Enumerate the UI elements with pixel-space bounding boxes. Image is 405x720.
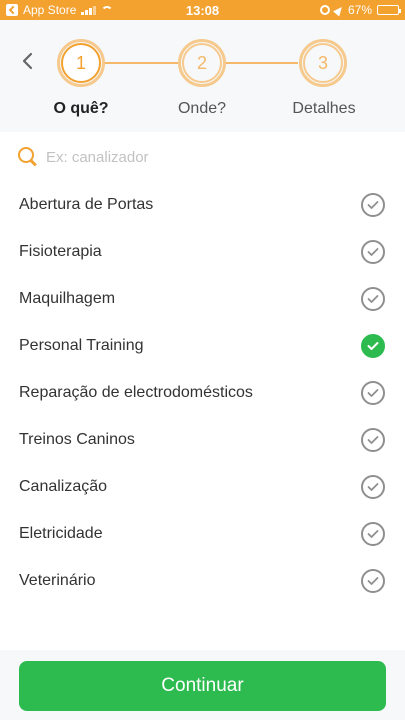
check-circle-icon[interactable]: [361, 380, 385, 405]
signal-icon: [81, 5, 97, 15]
step-1-circle: 1: [57, 39, 105, 87]
check-circle-icon[interactable]: [361, 192, 385, 217]
step-2-label: Onde?: [177, 100, 227, 117]
service-item-reparacao-de-electrodomesticos[interactable]: Reparação de electrodomésticos: [0, 369, 405, 416]
check-circle-icon[interactable]: [361, 239, 385, 264]
step-2-number: 2: [182, 43, 222, 83]
back-app-icon[interactable]: [6, 4, 18, 16]
step-3-number: 3: [303, 43, 343, 83]
rotation-lock-icon: [319, 5, 330, 15]
service-label: Canalização: [19, 477, 108, 495]
service-item-fisioterapia[interactable]: Fisioterapia: [0, 228, 405, 275]
service-item-veterinario[interactable]: Veterinário: [0, 557, 405, 604]
check-circle-selected-icon[interactable]: [361, 333, 385, 358]
service-label: Maquilhagem: [19, 289, 116, 307]
status-left: App Store: [6, 3, 114, 17]
service-item-abertura-de-portas[interactable]: Abertura de Portas: [0, 181, 405, 228]
check-circle-icon[interactable]: [361, 427, 385, 452]
step-3-circle: 3: [299, 39, 347, 87]
check-circle-icon[interactable]: [361, 474, 385, 499]
step-3-label: Detalhes: [292, 100, 356, 117]
service-label: Personal Training: [19, 336, 144, 354]
footer: Continuar: [0, 650, 405, 720]
step-1-number: 1: [61, 43, 101, 83]
service-item-canalizacao[interactable]: Canalização: [0, 463, 405, 510]
service-label: Reparação de electrodomésticos: [19, 383, 253, 401]
status-right: 67%: [319, 3, 401, 17]
step-2-circle: 2: [178, 39, 226, 87]
service-item-treinos-caninos[interactable]: Treinos Caninos: [0, 416, 405, 463]
chevron-left-icon: [22, 52, 33, 70]
stepper-header: 1 2 3 O quê? Onde? Detalhes: [0, 20, 405, 132]
continue-button[interactable]: Continuar: [19, 661, 386, 711]
location-arrow-icon: [333, 3, 345, 17]
back-button[interactable]: [16, 50, 38, 72]
step-connector: [104, 62, 178, 64]
search-input[interactable]: [46, 148, 346, 166]
service-item-maquilhagem[interactable]: Maquilhagem: [0, 275, 405, 322]
service-item-personal-training[interactable]: Personal Training: [0, 322, 405, 369]
battery-icon: [377, 5, 401, 15]
status-bar: App Store 13:08 67%: [0, 0, 405, 20]
service-label: Fisioterapia: [19, 242, 102, 260]
check-circle-icon[interactable]: [361, 568, 385, 593]
search-icon: [18, 147, 38, 167]
wifi-icon: [101, 5, 114, 15]
service-label: Eletricidade: [19, 524, 103, 542]
service-item-eletricidade[interactable]: Eletricidade: [0, 510, 405, 557]
service-list: Abertura de Portas Fisioterapia Maquilha…: [0, 181, 405, 604]
service-label: Treinos Caninos: [19, 430, 135, 448]
search-bar: [18, 140, 388, 174]
service-label: Abertura de Portas: [19, 195, 154, 213]
step-1-label: O quê?: [53, 100, 109, 117]
service-label: Veterinário: [19, 571, 96, 589]
check-circle-icon[interactable]: [361, 286, 385, 311]
check-circle-icon[interactable]: [361, 521, 385, 546]
back-app-label[interactable]: App Store: [23, 3, 76, 17]
step-connector: [224, 62, 298, 64]
battery-percent: 67%: [347, 3, 372, 17]
